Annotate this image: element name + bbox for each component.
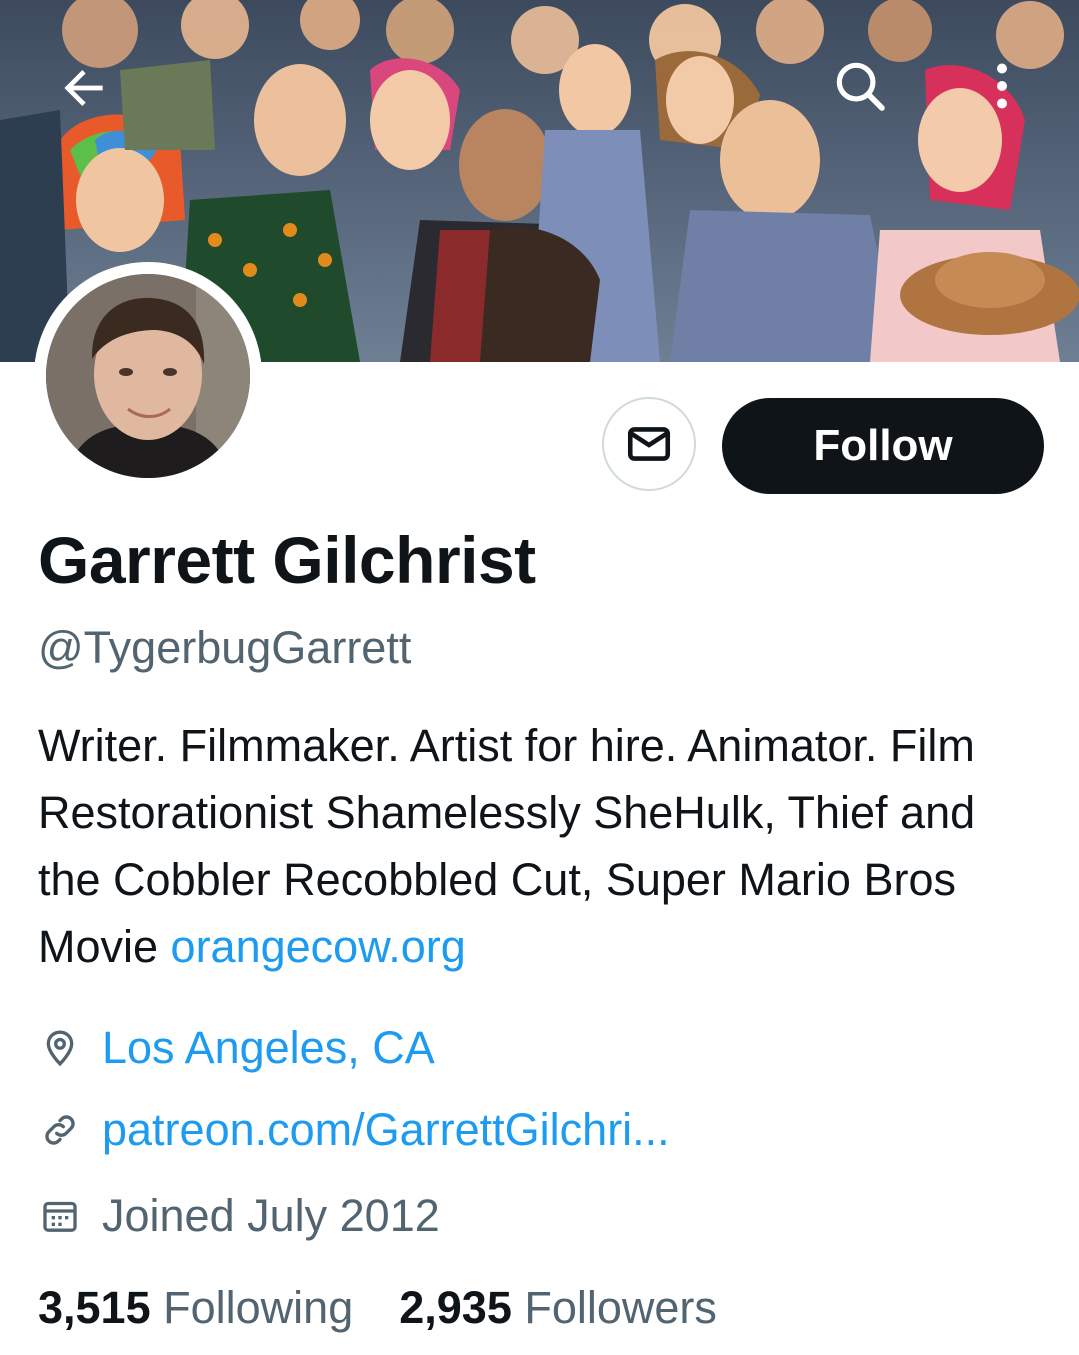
joined-text: Joined July 2012 [102,1190,440,1241]
link-icon [38,1108,82,1152]
followers-count: 2,935 [399,1282,512,1333]
following-count: 3,515 [38,1282,151,1333]
followers-label: Followers [524,1282,717,1333]
location-text[interactable]: Los Angeles, CA [102,1022,435,1074]
profile-avatar[interactable] [34,262,262,490]
followers-stat[interactable]: 2,935 Followers [399,1282,717,1334]
following-stat[interactable]: 3,515 Following [38,1282,353,1334]
profile-stats: 3,515 Following 2,935 Followers [38,1282,763,1334]
arrow-left-icon [64,70,103,106]
message-button[interactable] [602,397,696,491]
avatar-photo [46,274,250,478]
back-button[interactable] [52,56,116,120]
follow-button[interactable]: Follow [722,398,1044,494]
profile-name: Garrett Gilchrist [38,523,536,597]
envelope-icon [627,427,671,461]
calendar-icon [38,1194,82,1238]
profile-location: Los Angeles, CA [38,1016,435,1080]
profile-handle: @TygerbugGarrett [38,622,412,673]
bio-link[interactable]: orangecow.org [171,921,466,972]
location-pin-icon [38,1026,82,1070]
search-button[interactable] [828,54,892,118]
more-options-button[interactable] [970,54,1034,118]
profile-website: patreon.com/GarrettGilchri... [38,1098,670,1162]
more-vertical-icon [997,63,1007,109]
profile-joined: Joined July 2012 [38,1184,440,1248]
profile-bio: Writer. Filmmaker. Artist for hire. Anim… [38,712,1048,980]
following-label: Following [163,1282,354,1333]
website-link[interactable]: patreon.com/GarrettGilchri... [102,1104,670,1156]
search-icon [836,62,885,111]
